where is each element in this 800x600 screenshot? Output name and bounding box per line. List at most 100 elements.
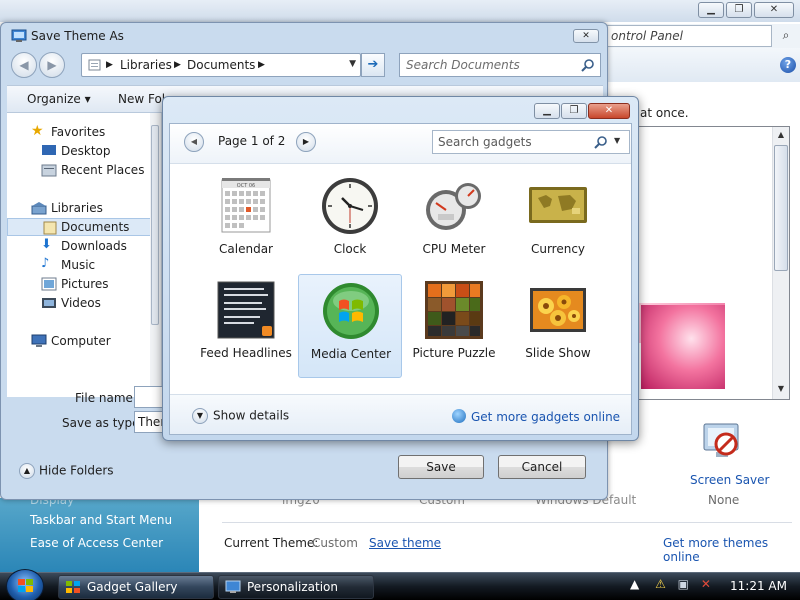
show-details-label: Show details: [213, 408, 290, 423]
clock[interactable]: 11:21 AM: [730, 579, 787, 593]
security-icon[interactable]: ⚠: [655, 577, 666, 591]
cancel-button[interactable]: Cancel: [498, 455, 586, 479]
screen-saver-link[interactable]: Screen Saver: [690, 473, 769, 487]
taskbar-start-menu-link[interactable]: Taskbar and Start Menu: [30, 513, 172, 527]
gadget-picture-puzzle[interactable]: Picture Puzzle: [402, 274, 506, 378]
gadget-label: Media Center: [310, 347, 392, 361]
address-bar[interactable]: ▶ Libraries ▶ Documents ▶ ▼: [81, 53, 361, 77]
forward-arrow-icon[interactable]: ▶: [39, 52, 65, 78]
save-as-type-label: Save as type:: [62, 416, 144, 430]
navigation-buttons: ◀ ▶: [11, 52, 67, 78]
nav-item-libraries[interactable]: Libraries: [7, 199, 151, 217]
minimize-button[interactable]: ▁: [534, 103, 560, 119]
chevron-down-icon[interactable]: ▼: [614, 136, 620, 145]
screen-saver-value: None: [708, 493, 740, 507]
page-indicator: Page 1 of 2: [218, 134, 286, 148]
get-more-themes-link[interactable]: Get more themes online: [663, 536, 800, 564]
back-arrow-icon[interactable]: ◀: [11, 52, 37, 78]
hide-folders-button[interactable]: ▲ Hide Folders: [19, 463, 114, 479]
search-input[interactable]: Search Documents: [399, 53, 601, 77]
task-pane: Display Taskbar and Start Menu Ease of A…: [0, 493, 199, 572]
search-icon[interactable]: [594, 135, 608, 149]
libraries-icon: [31, 202, 47, 215]
folder-icon: [88, 59, 101, 71]
ease-of-access-link[interactable]: Ease of Access Center: [30, 536, 163, 550]
scroll-thumb[interactable]: [774, 145, 788, 271]
start-button[interactable]: [6, 569, 44, 600]
theme-list-scrollbar[interactable]: ▲ ▼: [772, 127, 789, 399]
gadget-currency[interactable]: Currency: [506, 170, 610, 274]
close-button[interactable]: ✕: [754, 2, 794, 18]
close-button[interactable]: ✕: [573, 29, 599, 43]
gadget-feed-headlines[interactable]: Feed Headlines: [194, 274, 298, 378]
slide-show-icon: [530, 288, 586, 332]
search-icon[interactable]: [581, 58, 595, 72]
nav-pane-scrollbar[interactable]: [150, 113, 161, 397]
get-more-gadgets-label: Get more gadgets online: [471, 410, 621, 424]
volume-muted-icon[interactable]: ✕: [701, 577, 711, 591]
scroll-up-icon[interactable]: ▲: [775, 130, 787, 142]
nav-item-desktop[interactable]: Desktop: [7, 142, 151, 160]
chevron-up-icon: ▲: [19, 463, 35, 479]
gadget-media-center[interactable]: Media Center: [298, 274, 402, 378]
search-icon[interactable]: ⌕: [778, 28, 794, 44]
divider: [222, 522, 792, 523]
nav-item-computer[interactable]: Computer: [7, 332, 151, 350]
nav-item-documents[interactable]: Documents: [7, 218, 151, 236]
show-hidden-icons-icon[interactable]: ▲: [630, 577, 639, 591]
gadget-label: Currency: [530, 242, 586, 256]
help-icon[interactable]: ?: [780, 57, 796, 73]
task-label: Gadget Gallery: [87, 580, 178, 594]
get-more-gadgets-link[interactable]: Get more gadgets online: [452, 409, 620, 424]
nav-item-recent-places[interactable]: Recent Places: [7, 161, 151, 179]
gadget-label: Clock: [333, 242, 367, 256]
videos-icon: [42, 298, 56, 308]
nav-item-videos[interactable]: Videos: [7, 294, 151, 312]
taskbar-button-personalization[interactable]: Personalization: [218, 575, 374, 599]
minimize-button[interactable]: ▁: [698, 2, 724, 18]
new-folder-button[interactable]: New Fol: [118, 92, 165, 106]
maximize-button[interactable]: ❐: [726, 2, 752, 18]
chevron-down-icon[interactable]: ▼: [349, 59, 356, 69]
organize-button[interactable]: Organize ▾: [27, 92, 91, 106]
save-theme-link[interactable]: Save theme: [369, 536, 441, 550]
scroll-down-icon[interactable]: ▼: [775, 384, 787, 396]
recent-places-icon: [41, 164, 57, 177]
computer-icon: [31, 334, 47, 347]
theme-list[interactable]: ▲ ▼: [636, 126, 790, 400]
nav-item-downloads[interactable]: ⬇ Downloads: [7, 237, 151, 255]
gallery-footer: ▼ Show details Get more gadgets online: [170, 394, 631, 434]
gadget-label: Calendar: [219, 242, 273, 256]
current-theme-value: Custom: [312, 536, 358, 550]
go-arrow-icon[interactable]: ➔: [361, 53, 385, 77]
next-page-icon[interactable]: ▶: [296, 132, 316, 152]
maximize-button[interactable]: ❐: [561, 103, 587, 119]
gadget-cpu-meter[interactable]: CPU Meter: [402, 170, 506, 274]
taskbar-button-gadget-gallery[interactable]: Gadget Gallery: [58, 575, 214, 599]
personalization-icon: [225, 580, 241, 593]
breadcrumb-documents[interactable]: Documents: [187, 58, 255, 72]
scroll-thumb[interactable]: [151, 125, 159, 325]
nav-item-music[interactable]: ♪ Music: [7, 256, 151, 274]
notification-area: ▲ ⚠ ▣ ✕: [630, 577, 711, 591]
gadget-slide-show[interactable]: Slide Show: [506, 274, 610, 378]
globe-icon: [452, 409, 466, 423]
taskbar: Gadget Gallery Personalization ▲ ⚠ ▣ ✕ 1…: [0, 569, 800, 600]
gadget-label: CPU Meter: [422, 242, 486, 256]
nav-item-favorites[interactable]: ★ Favorites: [7, 123, 151, 141]
cpu-meter-icon: [426, 183, 481, 230]
close-button[interactable]: ✕: [588, 103, 630, 119]
save-button[interactable]: Save: [398, 455, 484, 479]
breadcrumb-libraries[interactable]: Libraries: [120, 58, 172, 72]
show-details-button[interactable]: ▼ Show details: [192, 408, 289, 424]
screen-saver-icon[interactable]: [700, 418, 746, 464]
gadget-clock[interactable]: Clock: [298, 170, 402, 274]
gadget-label: Feed Headlines: [200, 346, 292, 360]
description-text: at once.: [640, 106, 689, 120]
star-icon: ★: [31, 123, 44, 139]
previous-page-icon[interactable]: ◀: [184, 132, 204, 152]
nav-item-pictures[interactable]: Pictures: [7, 275, 151, 293]
feed-headlines-icon: [217, 281, 275, 339]
network-icon[interactable]: ▣: [678, 577, 689, 591]
gadget-calendar[interactable]: OCT 06 Calendar: [194, 170, 298, 274]
